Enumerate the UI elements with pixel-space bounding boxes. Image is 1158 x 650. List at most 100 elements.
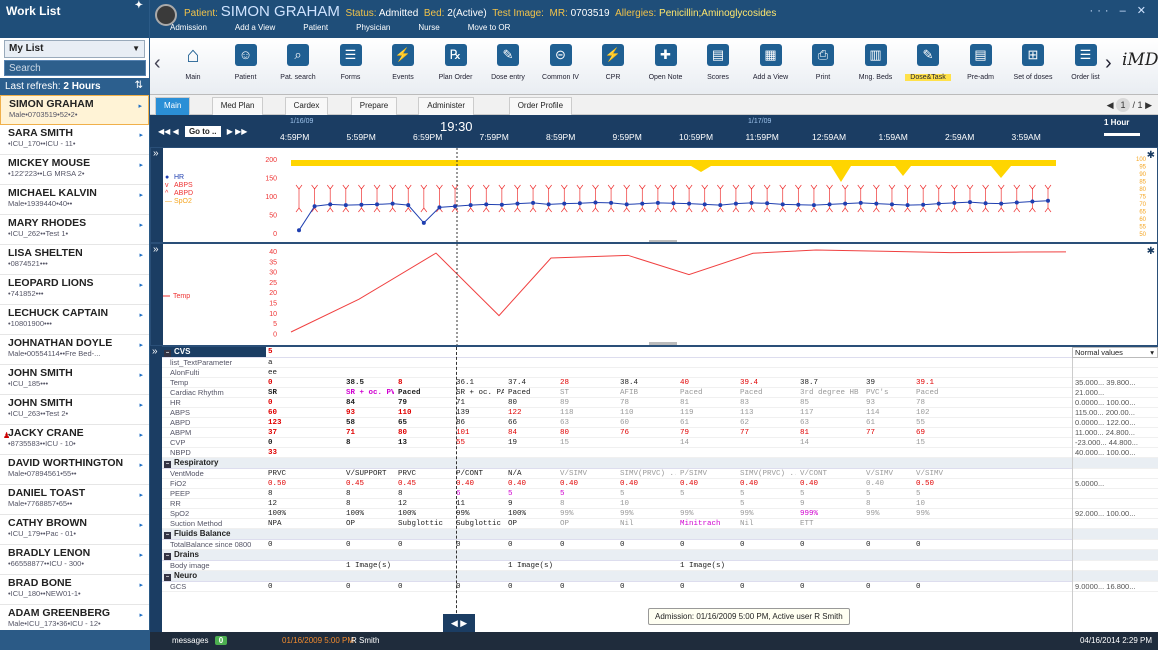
grid-cell[interactable]: 8 [558,499,616,509]
splitter-handle[interactable] [649,342,677,345]
minimize-icon[interactable]: – [1120,5,1130,17]
grid-cell[interactable]: 0 [266,582,342,592]
grid-cell[interactable]: 0 [454,582,504,592]
grid-cell[interactable]: 78 [914,398,1070,408]
patient-list-item[interactable]: SARA SMITH •ICU_170••ICU - 11• ▸ [0,125,149,155]
grid-cell[interactable]: 84 [506,428,556,438]
grid-cell[interactable]: 1 Image(s) [678,561,736,571]
grid-cell[interactable]: 0 [266,438,342,448]
grid-cell[interactable]: 0 [396,540,452,550]
grid-cell[interactable]: 63 [798,418,862,428]
top-nav-item[interactable]: Physician [356,23,390,32]
grid-cell[interactable]: 6 [454,489,504,499]
grid-cell[interactable]: 8 [344,489,394,499]
grid-cell[interactable]: 10 [618,499,676,509]
toolbar-button[interactable]: ⎙ Print [800,44,846,81]
grid-cell[interactable]: 0 [798,540,862,550]
toolbar-button[interactable]: ▦ Add a View [748,44,794,81]
grid-cell[interactable]: OP [558,519,616,529]
search-input[interactable] [4,60,146,76]
grid-cell[interactable]: 55 [914,418,1070,428]
grid-cell[interactable]: 0 [344,582,394,592]
patient-list-item[interactable]: LEOPARD LIONS •741852••• ▸ [0,275,149,305]
grid-category[interactable]: – Respiratory [162,458,266,469]
grid-cell[interactable]: 99% [914,509,1070,519]
grid-cell[interactable]: 76 [618,428,676,438]
grid-cell[interactable]: SIMV(PRVC) ... [738,469,796,479]
messages-button[interactable]: messages 0 [172,636,228,645]
toolbar-button[interactable]: ✎ Dose entry [485,44,531,81]
grid-cell[interactable]: 0 [914,582,1070,592]
close-icon[interactable]: ✕ [1137,5,1150,17]
grid-cell[interactable]: 0 [678,582,736,592]
grid-cell[interactable]: 93 [344,408,394,418]
grid-cell[interactable]: 1 Image(s) [506,561,556,571]
grid-cell[interactable]: 8 [396,378,452,388]
grid-cell[interactable]: ST [558,388,616,398]
patient-list-item[interactable]: JOHN SMITH •ICU_263••Test 2• ▸ [0,395,149,425]
grid-cell[interactable]: 0.50 [914,479,1070,489]
grid-cell[interactable]: 0.40 [454,479,504,489]
grid-cell[interactable]: 71 [454,398,504,408]
top-nav-item[interactable]: Move to OR [468,23,511,32]
grid-cell[interactable]: 0 [864,540,912,550]
grid-cell[interactable]: 60 [266,408,342,418]
grid-cell[interactable]: 0 [798,582,862,592]
patient-list-item[interactable]: LISA SHELTEN •0874521••• ▸ [0,245,149,275]
patient-list-item[interactable]: ♟ JACKY CRANE •8735583••ICU - 10• ▸ [0,425,149,455]
grid-cell[interactable]: 101 [454,428,504,438]
toolbar-button[interactable]: ✎ Dose&Task [905,44,951,81]
grid-cell[interactable]: 80 [396,428,452,438]
grid-cell[interactable]: V/SUPPORT [344,469,394,479]
toolbar-forward-icon[interactable]: › [1105,52,1112,75]
grid-cell[interactable]: 0.50 [266,479,342,489]
grid-cell[interactable]: 99% [618,509,676,519]
grid-collapse-handle[interactable]: » [150,346,162,632]
grid-cell[interactable]: OP [506,519,556,529]
grid-cell[interactable]: 0 [738,582,796,592]
patient-list-item[interactable]: SIMON GRAHAM Male•0703519•52•2• ▸ [0,95,149,125]
patient-list-item[interactable]: LECHUCK CAPTAIN •10801900••• ▸ [0,305,149,335]
toolbar-button[interactable]: ⚡ Events [380,44,426,81]
grid-cell[interactable]: 0 [738,540,796,550]
refresh-icon[interactable]: ⇅ [135,80,143,91]
grid-cell[interactable]: 0.40 [678,479,736,489]
grid-cell[interactable]: 0 [266,540,342,550]
grid-cell[interactable]: 5 [864,489,912,499]
grid-cell[interactable]: 0 [396,582,452,592]
grid-cell[interactable]: 0 [678,540,736,550]
grid-cell[interactable]: 0 [558,582,616,592]
grid-cell[interactable]: 80 [506,398,556,408]
grid-cell[interactable]: 69 [914,428,1070,438]
patient-list-item[interactable]: BRADLY LENON •66558877••ICU - 300• ▸ [0,545,149,575]
grid-cell[interactable]: Paced [396,388,452,398]
grid-cell[interactable]: N/A [506,469,556,479]
patient-list-item[interactable]: JOHN SMITH •ICU_185••• ▸ [0,365,149,395]
grid-cell[interactable]: 0 [506,582,556,592]
grid-cell[interactable]: 100% [506,509,556,519]
grid-cell[interactable]: 86 [454,418,504,428]
grid-cell[interactable]: 0.40 [558,479,616,489]
grid-cell[interactable]: 15 [914,438,1070,448]
toolbar-button[interactable]: ✚ Open Note [643,44,689,81]
grid-cell[interactable]: 80 [558,428,616,438]
grid-cell[interactable]: 0 [266,398,342,408]
grid-cell[interactable]: 102 [914,408,1070,418]
grid-cell[interactable]: ee [266,368,342,378]
grid-cell[interactable]: 100% [344,509,394,519]
grid-cell[interactable]: Paced [506,388,556,398]
patient-list-item[interactable]: JOHNATHAN DOYLE Male•00554114••Fre Bed-..… [0,335,149,365]
grid-cell[interactable]: SR [266,388,342,398]
grid-cell[interactable]: AFIB [618,388,676,398]
grid-cell[interactable]: PVC's [864,388,912,398]
grid-cell[interactable]: 39.1 [914,378,1070,388]
grid-cell[interactable]: 79 [678,428,736,438]
grid-cell[interactable]: Paced [678,388,736,398]
grid-cell[interactable]: 63 [558,418,616,428]
grid-cell[interactable]: 19 [506,438,556,448]
tab-item[interactable]: Prepare [350,97,398,115]
grid-cell[interactable]: 93 [864,398,912,408]
grid-cell[interactable]: a [266,358,342,368]
pager-prev-icon[interactable]: ◀ [1107,100,1114,110]
grid-cell[interactable]: SIMV(PRVC) ... [618,469,676,479]
